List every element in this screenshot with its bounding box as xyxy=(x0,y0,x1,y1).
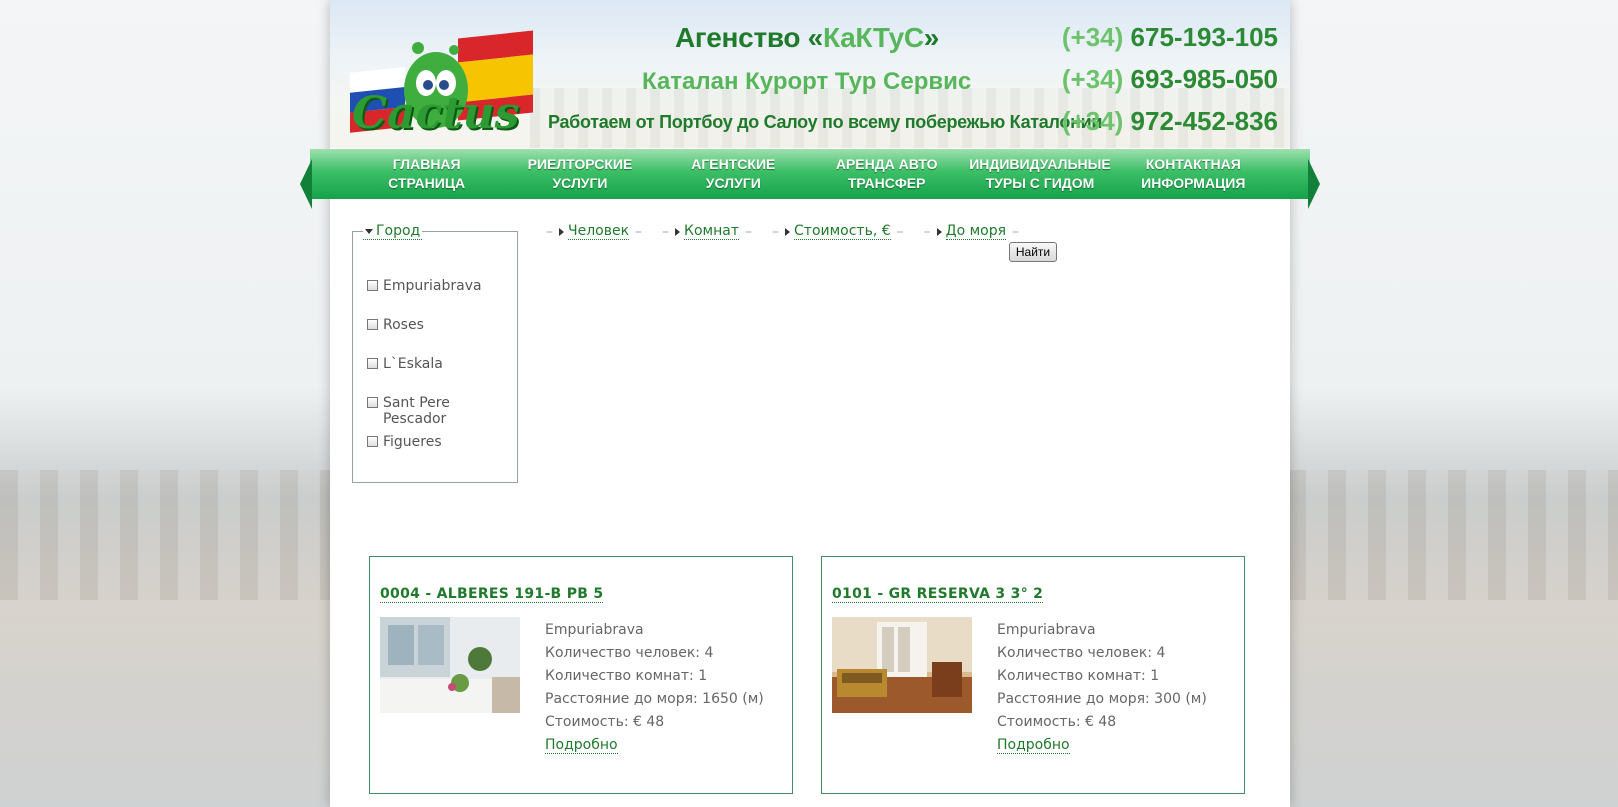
chevron-right-icon xyxy=(936,227,942,236)
listing-price: Стоимость: € 48 xyxy=(545,714,665,730)
nav-item-car-rental[interactable]: АРЕНДА АВТО ТРАНСФЕР xyxy=(812,155,962,193)
listing-title[interactable]: 0101 - GR RESERVA 3 3° 2 xyxy=(832,586,1044,603)
background-left xyxy=(0,0,330,807)
chevron-down-icon xyxy=(365,228,373,234)
nav-item-home[interactable]: ГЛАВНАЯ СТРАНИЦА xyxy=(352,155,502,193)
listing-card: 0004 - ALBERES 191-B PB 5 Empuriabrava К… xyxy=(369,556,793,794)
checkbox[interactable] xyxy=(367,280,378,291)
phone-number[interactable]: (+34) 675-193-105 xyxy=(1062,22,1278,54)
logo-text: Cactus xyxy=(352,88,520,139)
listing-price: Стоимость: € 48 xyxy=(997,714,1117,730)
search-button[interactable]: Найти xyxy=(1009,242,1057,262)
listing-photo[interactable] xyxy=(832,617,972,713)
listing-rooms: Количество комнат: 1 xyxy=(545,668,708,684)
chevron-right-icon xyxy=(785,227,791,236)
city-list: Empuriabrava Roses L`Eskala Sant Pere Pe… xyxy=(367,278,517,473)
city-option[interactable]: Empuriabrava xyxy=(367,278,517,317)
city-option[interactable]: L`Eskala xyxy=(367,356,517,395)
phone-list: (+34) 675-193-105 (+34) 693-985-050 (+34… xyxy=(1062,22,1278,148)
agency-title: Агенство «КаКТуС» xyxy=(675,22,940,53)
listing-info: Empuriabrava Количество человек: 4 Колич… xyxy=(997,619,1207,757)
filter-tab-sea-distance[interactable]: – До моря – xyxy=(918,223,1025,240)
nav-item-agency-services[interactable]: АГЕНТСКИЕ УСЛУГИ xyxy=(658,155,808,193)
phone-number[interactable]: (+34) 693-985-050 xyxy=(1062,64,1278,96)
city-filter: Город Empuriabrava Roses L`Eskala Sant P… xyxy=(352,223,518,483)
nav-item-guided-tours[interactable]: ИНДИВИДУАЛЬНЫЕ ТУРЫ С ГИДОМ xyxy=(965,155,1115,193)
listing-rooms: Количество комнат: 1 xyxy=(997,668,1160,684)
checkbox[interactable] xyxy=(367,436,378,447)
listing-card: 0101 - GR RESERVA 3 3° 2 Empuriabrava Ко… xyxy=(821,556,1245,794)
site-header: Cactus Агенство «КаКТуС» Каталан Курорт … xyxy=(330,0,1290,148)
checkbox[interactable] xyxy=(367,397,378,408)
listing-people: Количество человек: 4 xyxy=(997,645,1166,661)
listing-city: Empuriabrava xyxy=(545,622,644,638)
listing-more-link[interactable]: Подробно xyxy=(545,737,618,754)
agency-subtitle: Каталан Курорт Тур Сервис xyxy=(642,68,972,95)
listing-city: Empuriabrava xyxy=(997,622,1096,638)
listing-people: Количество человек: 4 xyxy=(545,645,714,661)
chevron-right-icon xyxy=(675,227,681,236)
listing-info: Empuriabrava Количество человек: 4 Колич… xyxy=(545,619,764,757)
city-option[interactable]: Sant Pere Pescador xyxy=(367,395,517,434)
agency-slogan: Работаем от Портбоу до Салоу по всему по… xyxy=(548,112,1103,132)
filter-tab-price[interactable]: – Стоимость, € – xyxy=(766,223,918,240)
nav-item-realtor-services[interactable]: РИЕЛТОРСКИЕ УСЛУГИ xyxy=(505,155,655,193)
city-option[interactable]: Figueres xyxy=(367,434,517,473)
checkbox[interactable] xyxy=(367,319,378,330)
listing-more-link[interactable]: Подробно xyxy=(997,737,1070,754)
chevron-right-icon xyxy=(559,227,564,236)
checkbox[interactable] xyxy=(367,358,378,369)
background-right xyxy=(1288,0,1618,807)
city-filter-toggle[interactable]: Город xyxy=(363,223,423,240)
filter-tab-rooms[interactable]: – Комнат – xyxy=(656,223,766,240)
listing-distance: Расстояние до моря: 1650 (м) xyxy=(545,691,764,707)
phone-number[interactable]: (+34) 972-452-836 xyxy=(1062,106,1278,138)
filter-tab-people[interactable]: – Человек – xyxy=(540,223,656,240)
nav-item-contacts[interactable]: КОНТАКТНАЯ ИНФОРМАЦИЯ xyxy=(1118,155,1268,193)
page-container: Cactus Агенство «КаКТуС» Каталан Курорт … xyxy=(300,0,1320,807)
filter-tabs: – Человек – – Комнат – – Стоимость, € – … xyxy=(540,223,1025,240)
listing-distance: Расстояние до моря: 300 (м) xyxy=(997,691,1207,707)
city-option[interactable]: Roses xyxy=(367,317,517,356)
listing-photo[interactable] xyxy=(380,617,520,713)
main-nav: ГЛАВНАЯ СТРАНИЦА РИЕЛТОРСКИЕ УСЛУГИ АГЕН… xyxy=(300,149,1320,209)
listing-title[interactable]: 0004 - ALBERES 191-B PB 5 xyxy=(380,586,604,603)
